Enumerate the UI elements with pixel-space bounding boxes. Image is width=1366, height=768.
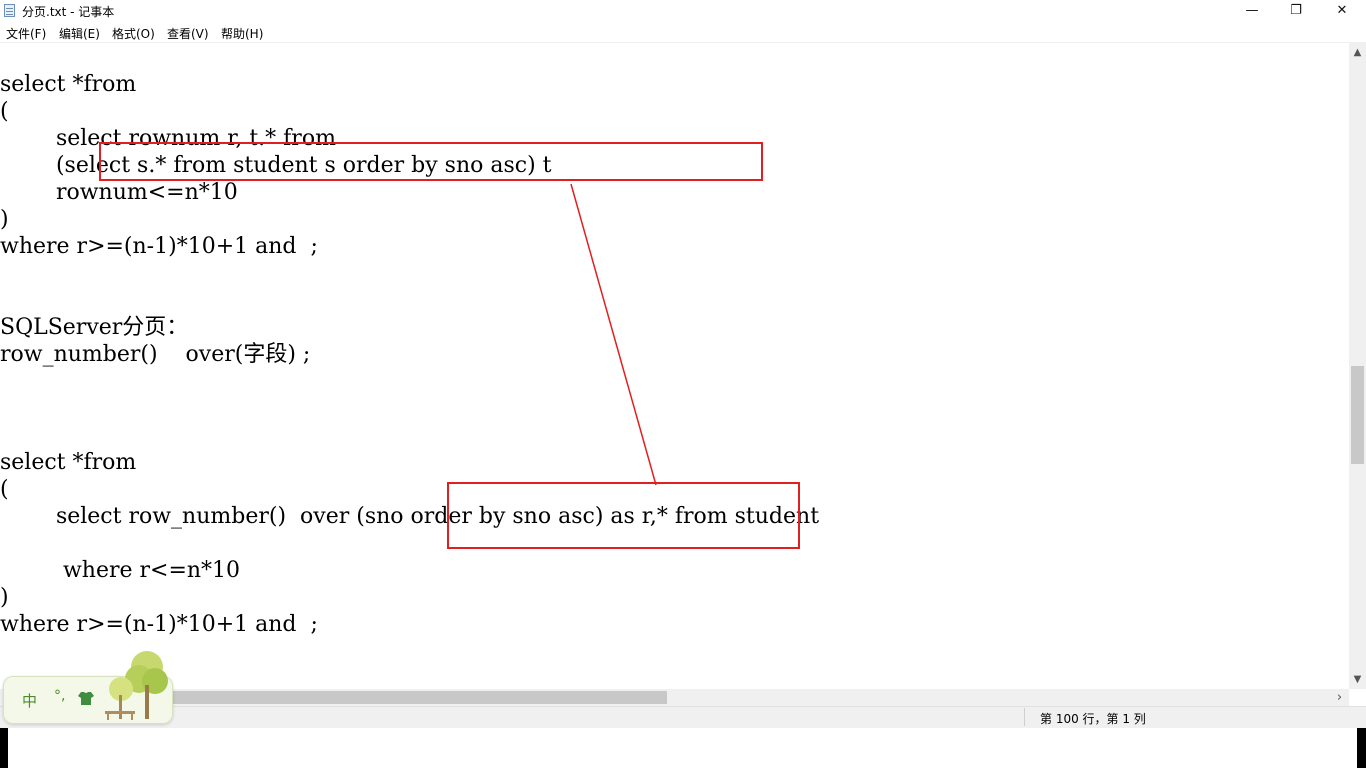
- ime-punct-toggle[interactable]: °,: [54, 688, 65, 704]
- vertical-scroll-thumb[interactable]: [1351, 366, 1364, 464]
- screen-edge: [1357, 728, 1366, 768]
- scroll-up-icon[interactable]: ▲: [1349, 47, 1366, 58]
- scroll-down-icon[interactable]: ▼: [1349, 674, 1366, 685]
- screen-edge: [0, 728, 8, 768]
- tree-skin-icon: [105, 651, 168, 720]
- cursor-position: 第 100 行，第 1 列: [1040, 712, 1146, 726]
- scroll-right-icon[interactable]: ›: [1331, 690, 1348, 705]
- status-bar: [0, 706, 1366, 728]
- ime-mode-toggle[interactable]: 中: [22, 690, 37, 711]
- horizontal-scroll-thumb[interactable]: [170, 691, 667, 704]
- desktop-area: [0, 728, 1366, 768]
- shirt-icon[interactable]: [78, 691, 94, 705]
- annotation-connector: [570, 183, 657, 486]
- status-divider: [1024, 708, 1025, 726]
- ime-toolbar[interactable]: 中 °,: [3, 651, 173, 724]
